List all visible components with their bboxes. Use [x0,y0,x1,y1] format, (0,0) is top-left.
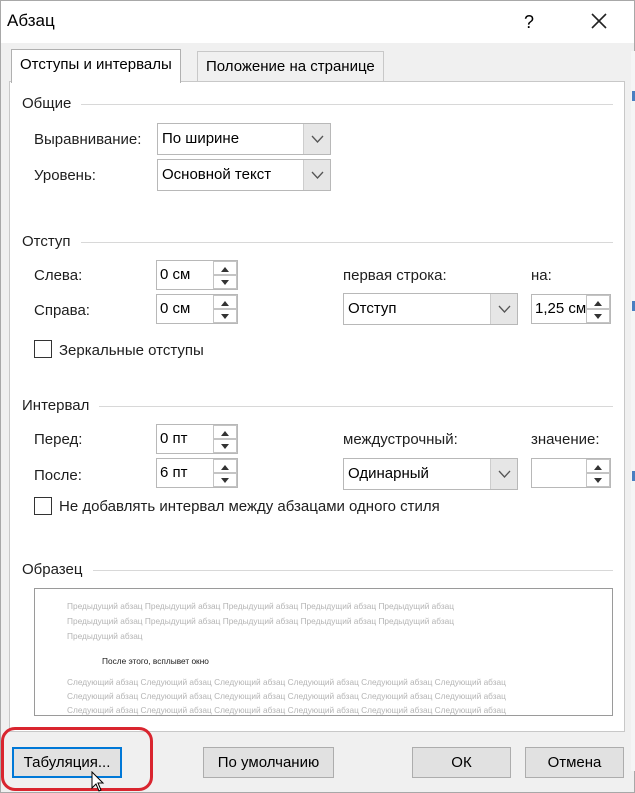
line-spacing-label: междустрочный: [343,431,458,448]
indent-right-spinner[interactable]: 0 см [156,294,238,324]
paragraph-dialog: Абзац ? Отступы и интервалы Положение на… [0,0,635,793]
mirror-indents-checkbox[interactable] [34,340,52,358]
tabs-button-highlight [1,727,153,791]
indent-left-label: Слева: [34,267,83,284]
spacing-before-label: Перед: [34,431,83,448]
spin-up-button[interactable] [213,425,237,439]
general-divider [81,104,613,105]
alignment-label: Выравнивание: [34,131,142,148]
background-window-strip [631,51,635,771]
indent-right-value: 0 см [160,300,191,317]
spin-up-button[interactable] [213,459,237,473]
spacing-section-title: Интервал [22,397,96,414]
preview-next-paragraph: Следующий абзац Следующий абзац Следующи… [67,677,506,687]
chevron-down-icon [490,294,517,324]
chevron-down-icon [490,459,517,489]
first-line-label: первая строка: [343,267,447,284]
close-icon [591,13,607,29]
help-button[interactable]: ? [515,7,543,37]
spin-down-button[interactable] [213,275,237,289]
dont-add-space-label: Не добавлять интервал между абзацами одн… [59,498,440,515]
chevron-down-icon [303,124,330,154]
preview-next-paragraph: Следующий абзац Следующий абзац Следующи… [67,705,506,715]
spin-down-button[interactable] [213,309,237,323]
spin-down-button[interactable] [213,439,237,453]
indent-divider [81,242,613,243]
first-line-by-label: на: [531,267,552,284]
dialog-title: Абзац [7,11,55,30]
mirror-indents-label: Зеркальные отступы [59,342,204,359]
indent-left-spinner[interactable]: 0 см [156,260,238,290]
preview-previous-paragraph: Предыдущий абзац Предыдущий абзац Предыд… [67,601,455,611]
preview-previous-paragraph: Предыдущий абзац Предыдущий абзац Предыд… [67,616,455,626]
indent-right-label: Справа: [34,302,90,319]
line-spacing-select[interactable]: Одинарный [343,458,518,490]
preview-section-title: Образец [22,561,89,578]
mouse-cursor-icon [91,771,105,792]
spin-up-button[interactable] [586,459,610,473]
first-line-value: Отступ [348,300,397,317]
level-label: Уровень: [34,167,96,184]
preview-box: Предыдущий абзац Предыдущий абзац Предыд… [34,588,613,716]
indent-section-title: Отступ [22,233,77,250]
set-as-default-button[interactable]: По умолчанию [203,747,334,778]
preview-current-paragraph: После этого, всплывет окно [102,656,209,666]
preview-divider [93,570,613,571]
dont-add-space-checkbox[interactable] [34,497,52,515]
ok-button[interactable]: ОК [412,747,511,778]
line-spacing-value: Одинарный [348,465,429,482]
cancel-button[interactable]: Отмена [525,747,624,778]
chevron-down-icon [303,160,330,190]
spacing-after-value: 6 пт [160,464,188,481]
spin-up-button[interactable] [213,295,237,309]
tab-indents-spacing[interactable]: Отступы и интервалы [11,49,181,83]
indent-left-value: 0 см [160,266,191,283]
preview-previous-paragraph: Предыдущий абзац [67,631,143,641]
spacing-before-spinner[interactable]: 0 пт [156,424,238,454]
first-line-select[interactable]: Отступ [343,293,518,325]
spin-up-button[interactable] [586,295,610,309]
title-bar: Абзац ? [1,1,634,43]
spacing-after-label: После: [34,467,82,484]
tab-line-page-breaks[interactable]: Положение на странице [197,51,384,83]
spin-up-button[interactable] [213,261,237,275]
spin-down-button[interactable] [213,473,237,487]
general-section-title: Общие [22,95,78,112]
spin-down-button[interactable] [586,309,610,323]
line-spacing-at-spinner[interactable] [531,458,611,488]
line-spacing-at-label: значение: [531,431,600,448]
spin-down-button[interactable] [586,473,610,487]
alignment-select[interactable]: По ширине [157,123,331,155]
spacing-after-spinner[interactable]: 6 пт [156,458,238,488]
spacing-before-value: 0 пт [160,430,188,447]
level-value: Основной текст [162,166,272,183]
alignment-value: По ширине [162,130,240,147]
preview-next-paragraph: Следующий абзац Следующий абзац Следующи… [67,691,506,701]
first-line-by-spinner[interactable]: 1,25 см [531,294,611,324]
first-line-by-value: 1,25 см [535,300,587,317]
outline-level-select[interactable]: Основной текст [157,159,331,191]
spacing-divider [99,406,613,407]
close-button[interactable] [581,5,617,37]
